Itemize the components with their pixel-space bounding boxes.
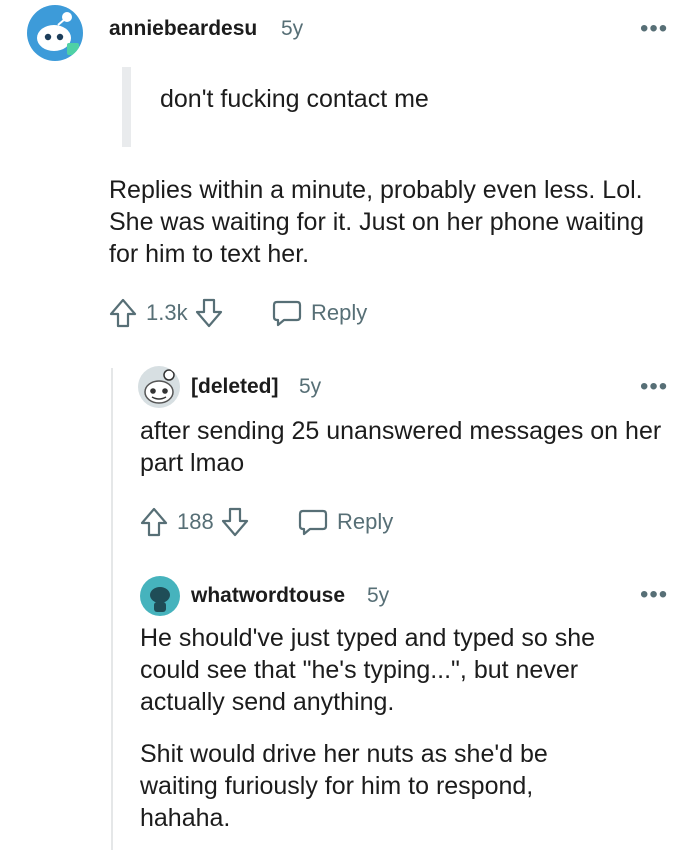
- reply-label: Reply: [311, 300, 368, 325]
- vote-count: 188: [177, 509, 214, 534]
- upvote-icon[interactable]: [108, 297, 138, 329]
- reply-button[interactable]: Reply: [297, 505, 393, 539]
- comment-age: 5y: [367, 584, 390, 607]
- blockquote-bar: [122, 67, 131, 147]
- downvote-icon[interactable]: [220, 506, 250, 538]
- comment-bubble-icon: [297, 507, 329, 537]
- avatar[interactable]: [140, 576, 180, 616]
- avatar[interactable]: [27, 5, 83, 61]
- reply-button[interactable]: Reply: [271, 296, 367, 330]
- vote-bar: 1.3k: [108, 296, 224, 330]
- vote-count: 1.3k: [146, 300, 188, 325]
- more-options-icon[interactable]: •••: [640, 17, 668, 41]
- snoo-avatar-icon: [150, 587, 170, 612]
- blockquote-text: don't fucking contact me: [160, 85, 429, 113]
- comment-age: 5y: [299, 375, 322, 398]
- comment-age: 5y: [281, 17, 304, 40]
- comment-body: after sending 25 unanswered messages on …: [140, 417, 662, 477]
- deleted-snoo-icon: [144, 369, 175, 404]
- comment-body: Replies within a minute, probably even l…: [109, 176, 645, 268]
- thread-line: [111, 368, 113, 850]
- vote-bar: 188: [139, 505, 250, 539]
- downvote-icon[interactable]: [194, 297, 224, 329]
- username: [deleted]: [191, 375, 279, 398]
- reply-label: Reply: [337, 509, 394, 534]
- snoo-avatar-icon: [37, 12, 79, 55]
- comment-bubble-icon: [271, 298, 303, 328]
- avatar: [138, 366, 180, 408]
- username[interactable]: whatwordtouse: [191, 584, 345, 608]
- comment-paragraph: Shit would drive her nuts as she'd be wa…: [140, 740, 548, 832]
- more-options-icon[interactable]: •••: [640, 375, 668, 399]
- comment-paragraph: He should've just typed and typed so she…: [140, 624, 596, 716]
- upvote-icon[interactable]: [139, 506, 169, 538]
- more-options-icon[interactable]: •••: [640, 583, 668, 607]
- username[interactable]: anniebeardesu: [109, 17, 257, 41]
